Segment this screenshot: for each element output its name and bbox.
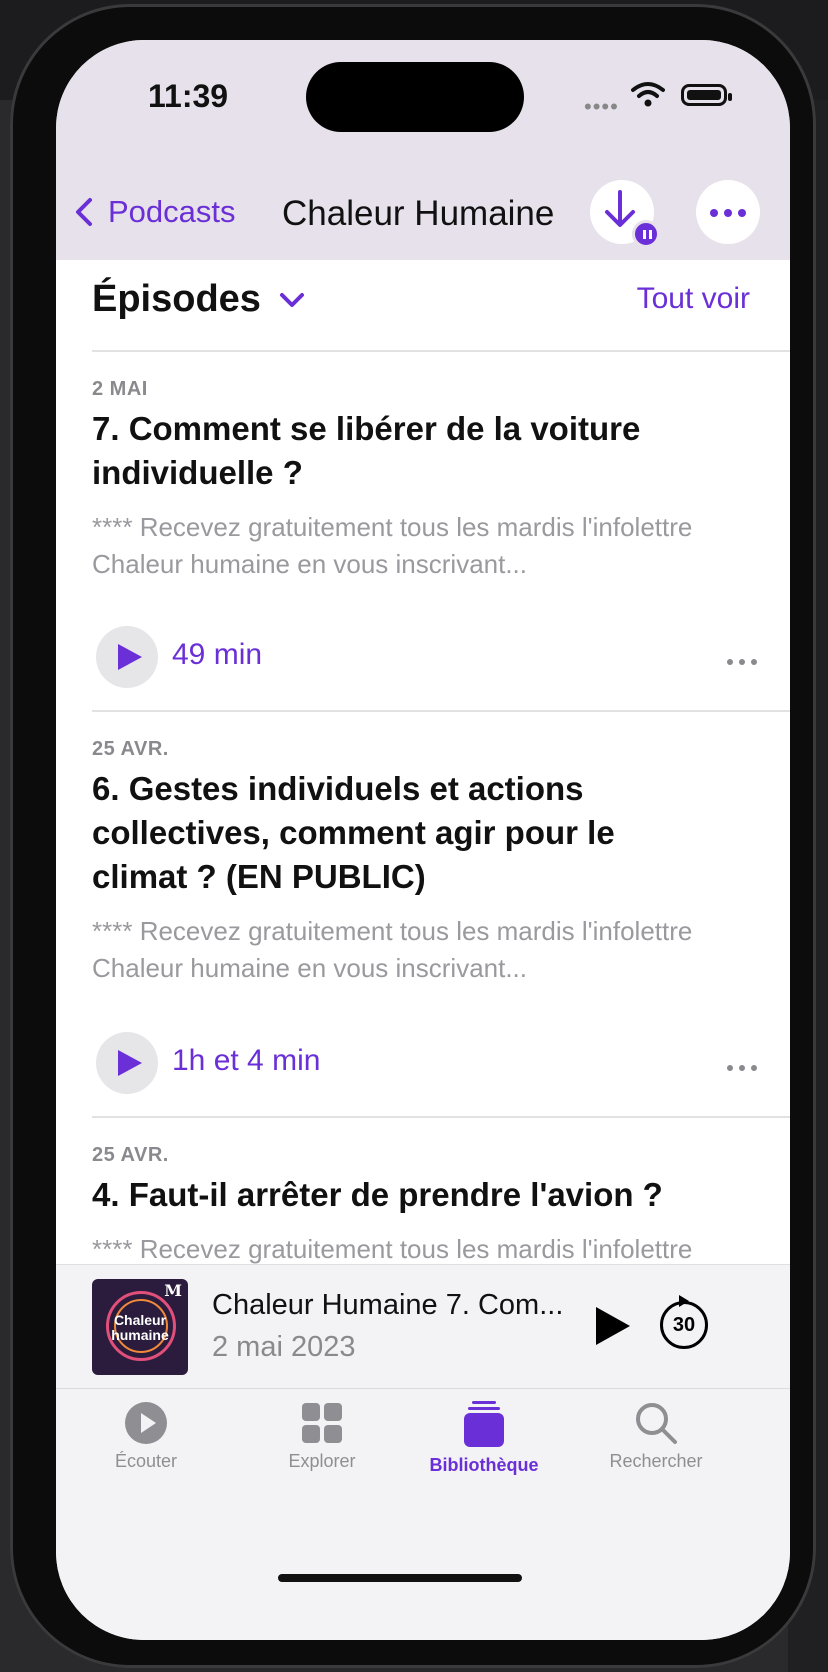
episode-controls: 1h et 4 min	[96, 1032, 757, 1094]
library-icon	[464, 1401, 504, 1447]
episode-duration: 49 min	[172, 638, 263, 671]
episode-date: 25 AVR.	[92, 738, 169, 760]
episode-title: 4. Faut-il arrêter de prendre l'avion ?	[92, 1176, 663, 1213]
battery-icon	[681, 84, 732, 106]
tab-label: Bibliothèque	[429, 1455, 539, 1475]
pause-badge-icon	[632, 220, 660, 248]
episode-more-button[interactable]	[724, 1058, 760, 1076]
ellipsis-icon	[696, 206, 760, 220]
episode-controls: 49 min	[96, 626, 757, 688]
episode-title: 7. Comment se libérer de la voiture indi…	[92, 410, 641, 491]
download-button[interactable]	[590, 180, 660, 248]
page-title: Chaleur Humaine	[282, 194, 555, 233]
see-all-link[interactable]: Tout voir	[637, 282, 750, 316]
episode-play-button[interactable]	[96, 1032, 158, 1094]
status-time: 11:39	[148, 78, 229, 114]
episode-duration: 1h et 4 min	[172, 1044, 321, 1077]
tab-label: Rechercher	[609, 1451, 703, 1471]
now-playing-title: Chaleur Humaine 7. Com...	[212, 1289, 564, 1321]
chevron-down-icon	[279, 292, 304, 307]
play-circle-icon	[125, 1402, 167, 1444]
episode-date: 25 AVR.	[92, 1144, 169, 1166]
phone-frame: 11:39 •••• Podcasts Chaleur Humaine Épis…	[10, 4, 816, 1668]
status-bar: 11:39 ••••	[56, 40, 790, 160]
back-label: Podcasts	[108, 194, 236, 229]
episode-item[interactable]: 25 AVR. 6. Gestes individuels et actions…	[92, 738, 712, 987]
artwork-logo: M	[164, 1281, 182, 1300]
episode-play-button[interactable]	[96, 626, 158, 688]
episode-item[interactable]: 2 MAI 7. Comment se libérer de la voitur…	[92, 378, 712, 583]
skip-forward-button[interactable]: 30	[660, 1295, 708, 1349]
episodes-list: Épisodes Tout voir 2 MAI 7. Comment se l…	[56, 260, 790, 1380]
artwork-text: Chaleur humaine	[111, 1312, 169, 1343]
now-playing-date: 2 mai 2023	[212, 1331, 356, 1363]
tab-label: Explorer	[288, 1451, 356, 1471]
section-title: Épisodes	[92, 278, 261, 320]
tab-ecouter[interactable]: Écouter	[56, 1401, 236, 1472]
more-options-button[interactable]	[696, 180, 760, 244]
tab-bibliotheque[interactable]: Bibliothèque	[394, 1401, 574, 1476]
section-header[interactable]: Épisodes	[92, 278, 305, 321]
episode-date: 2 MAI	[92, 378, 148, 400]
episode-more-button[interactable]	[724, 652, 760, 670]
home-indicator[interactable]	[278, 1574, 522, 1582]
divider	[92, 350, 790, 352]
tab-bar: Écouter Explorer Bibliothèque Rechercher	[56, 1388, 790, 1640]
tab-rechercher[interactable]: Rechercher	[566, 1401, 746, 1472]
back-button[interactable]: Podcasts	[70, 194, 236, 230]
wifi-icon	[631, 82, 665, 107]
episode-title: 6. Gestes individuels et actions collect…	[92, 770, 615, 895]
navigation-bar: Podcasts Chaleur Humaine	[56, 160, 790, 260]
dynamic-island	[306, 62, 524, 132]
mini-play-button[interactable]	[596, 1307, 630, 1345]
tab-label: Écouter	[114, 1451, 178, 1471]
grid-icon	[302, 1403, 342, 1443]
episode-description: **** Recevez gratuitement tous les mardi…	[92, 512, 693, 579]
phone-screen: 11:39 •••• Podcasts Chaleur Humaine Épis…	[56, 40, 790, 1640]
tab-explorer[interactable]: Explorer	[232, 1401, 412, 1472]
divider	[92, 1116, 790, 1118]
search-icon	[636, 1403, 677, 1444]
cellular-signal-icon: ••••	[584, 94, 619, 119]
episode-description: **** Recevez gratuitement tous les mardi…	[92, 916, 693, 983]
mini-player[interactable]: M Chaleur humaine Chaleur Humaine 7. Com…	[56, 1264, 790, 1389]
divider	[92, 710, 790, 712]
chevron-left-icon	[76, 198, 92, 226]
podcast-artwork: M Chaleur humaine	[92, 1279, 188, 1375]
